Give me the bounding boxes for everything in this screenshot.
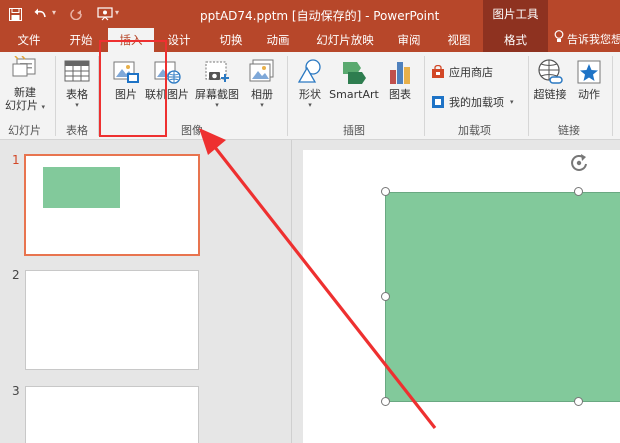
highlight-box-annotation: [99, 40, 167, 137]
group-divider: [528, 56, 529, 136]
screenshot-button[interactable]: 屏幕截图 ▾: [193, 58, 241, 109]
my-addins-button[interactable]: 我的加载项 ▾: [431, 94, 514, 110]
chevron-down-icon: ▾: [75, 101, 79, 109]
group-label-addins: 加载项: [458, 124, 491, 137]
resize-handle-top-left[interactable]: [381, 187, 390, 196]
rotate-handle-icon[interactable]: [569, 152, 589, 174]
photo-album-button[interactable]: 相册 ▾: [244, 58, 280, 109]
group-label-links: 链接: [558, 124, 580, 137]
shapes-label: 形状: [299, 88, 321, 101]
customize-qat-icon[interactable]: ▾: [115, 8, 119, 17]
tab-view[interactable]: 视图: [444, 28, 474, 52]
slide-number: 2: [12, 268, 20, 282]
hyperlink-button[interactable]: 超链接: [531, 58, 569, 101]
screenshot-label: 屏幕截图: [195, 88, 239, 101]
group-divider: [424, 56, 425, 136]
new-slide-label-line1: 新建: [14, 86, 36, 99]
ribbon-insert: 新建 幻灯片 ▾ 幻灯片 表格 ▾ 表格 图片 联机图片 屏幕截图 ▾ 相册 ▾…: [0, 52, 620, 140]
group-label-tables: 表格: [66, 124, 88, 137]
group-divider: [55, 56, 56, 136]
thumbnail-shape: [43, 167, 120, 208]
lightbulb-icon: [554, 28, 564, 52]
redo-icon[interactable]: [66, 4, 88, 24]
tab-home[interactable]: 开始: [66, 28, 96, 52]
action-label: 动作: [578, 88, 600, 101]
chevron-down-icon: ▾: [510, 98, 514, 106]
store-icon: [432, 65, 444, 78]
tab-transitions[interactable]: 切换: [216, 28, 246, 52]
chevron-down-icon: ▾: [308, 101, 312, 109]
ribbon-tab-bar: 文件 开始 插入 设计 切换 动画 幻灯片放映 审阅 视图 格式 告诉我您想: [0, 28, 620, 52]
action-star-icon: [577, 60, 601, 84]
hyperlink-label: 超链接: [533, 88, 567, 101]
chevron-down-icon: ▾: [41, 103, 45, 111]
smartart-icon: [343, 62, 366, 84]
resize-handle-bottom-left[interactable]: [381, 397, 390, 406]
resize-handle-left[interactable]: [381, 292, 390, 301]
chart-icon: [390, 62, 410, 84]
hyperlink-icon: [538, 59, 563, 84]
photo-album-icon: [249, 59, 274, 82]
group-divider: [612, 56, 613, 136]
resize-handle-top[interactable]: [574, 187, 583, 196]
slide-canvas[interactable]: [303, 150, 620, 443]
slide-thumbnail-pane: 1 2 3: [0, 140, 292, 443]
document-title: pptAD74.pptm [自动保存的] - PowerPoint: [200, 9, 440, 23]
chart-label: 图表: [389, 88, 411, 101]
group-label-illustrations: 插图: [343, 124, 365, 137]
undo-dropdown-icon[interactable]: ▾: [52, 8, 56, 17]
app-store-button[interactable]: 应用商店: [431, 64, 493, 80]
new-slide-icon: [12, 56, 36, 77]
new-slide-label-line2: 幻灯片: [4, 99, 38, 112]
smartart-button[interactable]: SmartArt: [328, 58, 380, 101]
new-slide-button[interactable]: 新建 幻灯片 ▾: [4, 56, 46, 114]
tell-me-text: 告诉我您想: [567, 33, 620, 46]
selected-rectangle-shape[interactable]: [385, 192, 620, 402]
tab-format[interactable]: 格式: [483, 28, 548, 52]
table-icon: [64, 60, 90, 82]
smartart-label: SmartArt: [329, 88, 379, 101]
presenter-view-icon[interactable]: [94, 4, 116, 24]
save-icon[interactable]: [4, 4, 26, 24]
title-bar: ▾ ▾ pptAD74.pptm [自动保存的] - PowerPoint 图片…: [0, 0, 620, 28]
picture-tools-title: 图片工具: [483, 0, 548, 28]
chevron-down-icon: ▾: [215, 101, 219, 109]
screenshot-icon: [205, 61, 229, 82]
slide-number: 3: [12, 384, 20, 398]
tab-file[interactable]: 文件: [14, 28, 44, 52]
photo-album-label: 相册: [251, 88, 273, 101]
tell-me-search[interactable]: 告诉我您想: [554, 28, 620, 52]
undo-icon[interactable]: [30, 4, 52, 24]
table-button[interactable]: 表格 ▾: [60, 58, 94, 109]
slide-thumbnail-2[interactable]: [25, 270, 199, 370]
tab-slideshow[interactable]: 幻灯片放映: [311, 28, 379, 52]
chevron-down-icon: ▾: [260, 101, 264, 109]
resize-handle-bottom[interactable]: [574, 397, 583, 406]
slide-thumbnail-3[interactable]: [25, 386, 199, 443]
chart-button[interactable]: 图表: [384, 58, 416, 101]
slide-thumbnail-1[interactable]: [24, 154, 200, 256]
table-label: 表格: [66, 88, 88, 101]
shapes-icon: [297, 59, 321, 83]
tab-design[interactable]: 设计: [164, 28, 194, 52]
slide-number: 1: [12, 153, 20, 167]
group-label-slides: 幻灯片: [8, 124, 41, 137]
group-divider: [287, 56, 288, 136]
addins-icon: [432, 96, 444, 108]
group-label-images: 图像: [181, 124, 203, 137]
tab-animations[interactable]: 动画: [263, 28, 293, 52]
my-addins-label: 我的加载项: [449, 96, 504, 109]
slide-editor: [293, 140, 620, 443]
tab-review[interactable]: 审阅: [394, 28, 424, 52]
app-store-label: 应用商店: [449, 66, 493, 79]
shapes-button[interactable]: 形状 ▾: [293, 58, 327, 109]
action-button[interactable]: 动作: [572, 58, 606, 101]
